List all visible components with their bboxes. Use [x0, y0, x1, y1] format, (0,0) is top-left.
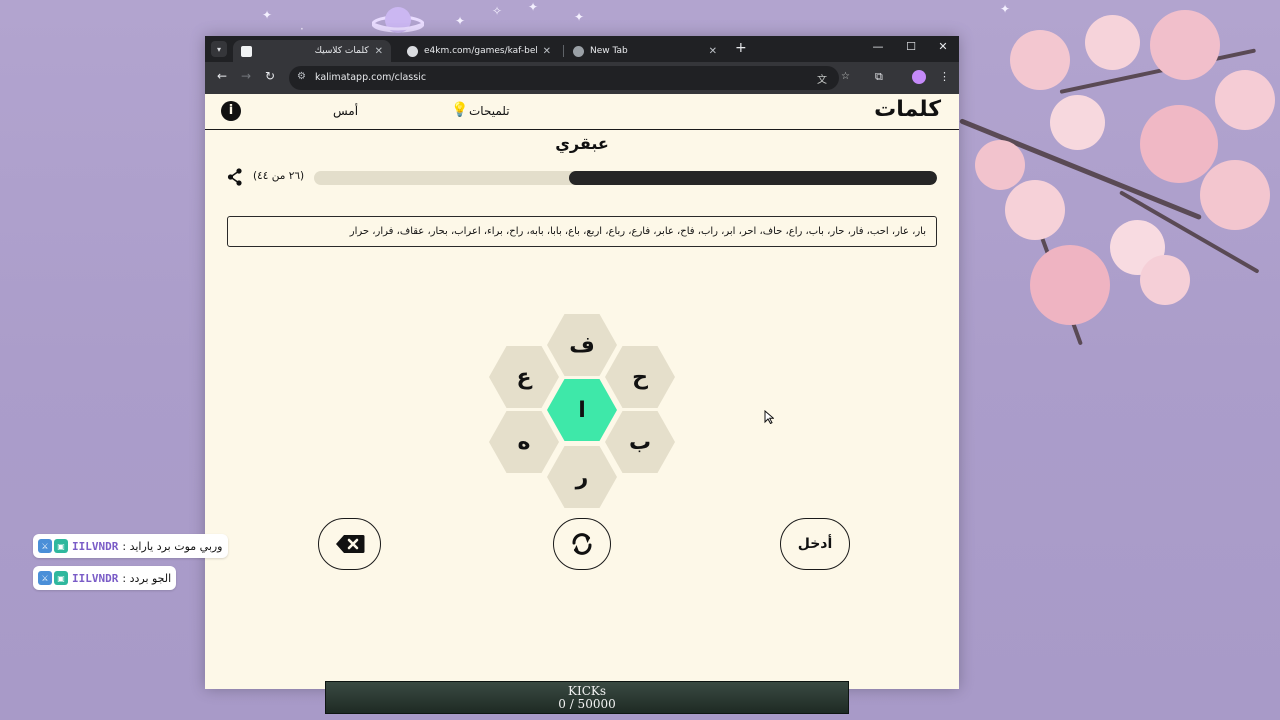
- chat-username: IILVNDR: [72, 571, 119, 585]
- progress-bar: [314, 171, 937, 185]
- chat-username: IILVNDR: [72, 539, 119, 553]
- new-tab-button[interactable]: +: [735, 40, 747, 56]
- progress-fill: [568, 171, 937, 185]
- mod-badge-icon: ⚔: [38, 571, 52, 585]
- sub-badge-icon: ▣: [54, 539, 68, 553]
- sparkle-icon: ✦: [1000, 2, 1011, 16]
- chat-text: وربي موت برد يارايد: [129, 539, 223, 553]
- letter-tile-top[interactable]: ف: [547, 314, 617, 376]
- address-bar[interactable]: ⚙ kalimatapp.com/classic 文 ☆: [289, 66, 850, 90]
- lightbulb-icon[interactable]: 💡: [451, 102, 468, 118]
- sparkle-icon: ✦: [262, 8, 273, 22]
- tab-search-button[interactable]: ▾: [211, 41, 227, 57]
- letter-tile-center[interactable]: ا: [547, 379, 617, 441]
- reload-button[interactable]: ↻: [261, 69, 279, 83]
- score-count: (٢٦ من ٤٤): [253, 170, 305, 182]
- translate-icon[interactable]: 文: [817, 71, 827, 86]
- globe-icon: [407, 45, 418, 57]
- mod-badge-icon: ⚔: [38, 539, 52, 553]
- enter-label: أدخل: [797, 536, 833, 552]
- tab-title: كلمات كلاسيك: [314, 46, 369, 56]
- chat-message: ⚔ ▣ IILVNDR : وربي موت برد يارايد: [33, 534, 228, 558]
- sparkle-icon: ✧: [492, 4, 503, 18]
- info-icon[interactable]: i: [221, 101, 241, 121]
- rank-title: عبقري: [555, 134, 609, 153]
- shuffle-icon: [572, 533, 592, 555]
- chat-message: ⚔ ▣ IILVNDR : الجو بردد: [33, 566, 177, 590]
- chrome-icon: [573, 45, 584, 57]
- planet-icon: [372, 7, 424, 33]
- sparkle-icon: ✦: [455, 14, 466, 28]
- kicks-count: 0 / 50000: [558, 697, 616, 711]
- close-icon[interactable]: ✕: [375, 46, 383, 57]
- chat-colon: :: [122, 539, 127, 553]
- maximize-button[interactable]: ☐: [899, 40, 923, 53]
- shuffle-button[interactable]: [553, 518, 611, 570]
- minimize-button[interactable]: —: [866, 40, 890, 53]
- forward-button[interactable]: →: [237, 69, 255, 83]
- letter-tile-upper-right[interactable]: ح: [605, 346, 675, 408]
- close-window-button[interactable]: ✕: [931, 40, 955, 53]
- tab-kalimat[interactable]: كلمات كلاسيك ✕: [233, 40, 391, 62]
- tab-title: e4km.com/games/kaf-bekaf: [424, 46, 537, 56]
- letter-tile-lower-right[interactable]: ب: [605, 411, 675, 473]
- close-icon[interactable]: ✕: [709, 46, 717, 57]
- chat-text: الجو بردد: [129, 571, 172, 585]
- tab-e4km[interactable]: e4km.com/games/kaf-bekaf ✕: [399, 40, 559, 62]
- delete-button[interactable]: [318, 518, 381, 570]
- tab-title: New Tab: [590, 46, 628, 56]
- sub-badge-icon: ▣: [54, 571, 68, 585]
- kicks-goal-bar: KICKs 0 / 50000: [325, 681, 849, 714]
- tab-strip: ▾ كلمات كلاسيك ✕ e4km.com/games/kaf-beka…: [205, 36, 959, 62]
- sparkle-icon: ✦: [528, 0, 539, 14]
- yesterday-link[interactable]: أمس: [333, 104, 358, 118]
- extensions-icon[interactable]: ⧉: [875, 70, 883, 84]
- backspace-icon: [335, 535, 364, 553]
- site-favicon-icon: [241, 45, 252, 57]
- browser-toolbar: ← → ↻ ⚙ kalimatapp.com/classic 文 ☆ ⧉ ⋮: [205, 62, 959, 94]
- share-icon[interactable]: [227, 168, 243, 186]
- bookmark-star-icon[interactable]: ☆: [841, 71, 850, 82]
- found-words-list[interactable]: بار، عار، احب، فار، حار، باب، راع، حاف، …: [227, 216, 937, 247]
- site-logo[interactable]: كلمات: [874, 97, 941, 122]
- mouse-cursor-icon: [764, 410, 774, 424]
- letter-tile-upper-left[interactable]: ع: [489, 346, 559, 408]
- letter-tile-bottom[interactable]: ر: [547, 446, 617, 508]
- browser-window: ▾ كلمات كلاسيك ✕ e4km.com/games/kaf-beka…: [205, 36, 959, 689]
- menu-icon[interactable]: ⋮: [939, 70, 950, 83]
- hints-link[interactable]: تلميحات: [469, 104, 510, 118]
- chat-colon: :: [122, 571, 127, 585]
- site-header: i أمس 💡 تلميحات كلمات: [205, 94, 959, 130]
- profile-avatar[interactable]: [912, 70, 926, 84]
- back-button[interactable]: ←: [213, 69, 231, 83]
- url-text: kalimatapp.com/classic: [315, 72, 427, 83]
- close-icon[interactable]: ✕: [543, 46, 551, 57]
- tab-new-tab[interactable]: New Tab ✕: [565, 40, 725, 62]
- sparkle-icon: ·: [300, 22, 304, 36]
- sparkle-icon: ✦: [574, 10, 585, 24]
- letter-tile-lower-left[interactable]: ه: [489, 411, 559, 473]
- enter-button[interactable]: أدخل: [780, 518, 850, 570]
- site-info-icon[interactable]: ⚙: [297, 71, 306, 82]
